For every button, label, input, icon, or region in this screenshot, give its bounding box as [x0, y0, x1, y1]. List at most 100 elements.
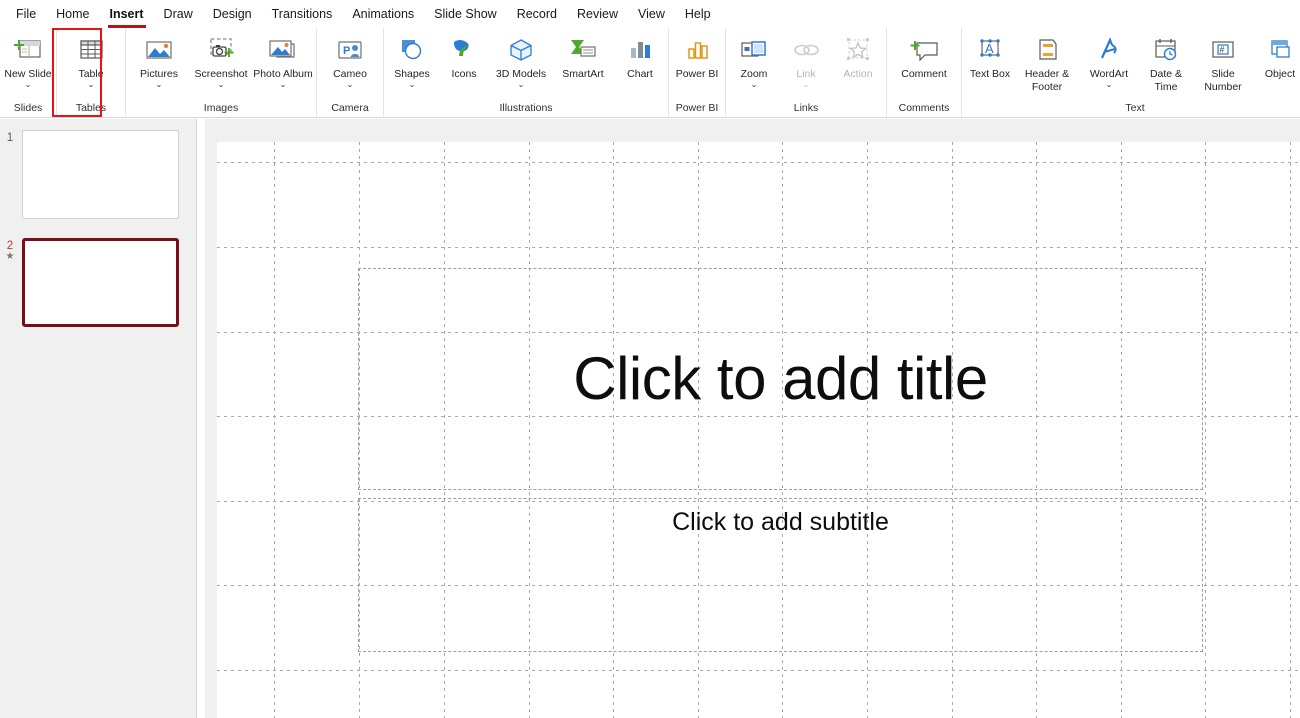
- date-time-button[interactable]: Date & Time: [1140, 32, 1192, 93]
- menu-item-slide-show[interactable]: Slide Show: [424, 3, 507, 26]
- chevron-down-icon[interactable]: ⌄: [347, 80, 354, 89]
- photo-album-icon: [267, 34, 299, 66]
- menu-item-record[interactable]: Record: [507, 3, 567, 26]
- 3d-models-button[interactable]: 3D Models ⌄: [490, 32, 552, 89]
- 3d-models-label: 3D Models: [495, 68, 547, 80]
- cameo-button[interactable]: P Cameo ⌄: [319, 32, 381, 89]
- link-label: Link: [796, 68, 816, 80]
- power-bi-button[interactable]: Power BI: [671, 32, 723, 81]
- ribbon-group-camera: P Cameo ⌄ Camera: [316, 28, 383, 118]
- smartart-icon: [567, 34, 599, 66]
- photo-album-button[interactable]: Photo Album ⌄: [252, 32, 314, 89]
- zoom-icon: [738, 34, 770, 66]
- slide-thumbnail-2-row: 2 ★: [0, 238, 179, 327]
- action-button: Action: [832, 32, 884, 81]
- chevron-down-icon[interactable]: ⌄: [25, 80, 32, 89]
- ribbon-group-slides: New Slide ⌄ Slides: [0, 28, 56, 118]
- link-icon: [790, 34, 822, 66]
- pictures-label: Pictures: [140, 68, 178, 80]
- ribbon-group-label-slides: Slides: [13, 102, 43, 114]
- slide-surface[interactable]: Click to add title Click to add subtitle: [217, 142, 1300, 718]
- cameo-label: Cameo: [333, 68, 367, 80]
- shapes-button[interactable]: Shapes ⌄: [386, 32, 438, 89]
- ribbon-group-label-tables: Tables: [75, 102, 107, 114]
- menu-item-review[interactable]: Review: [567, 3, 628, 26]
- power-bi-icon: [681, 34, 713, 66]
- chevron-down-icon[interactable]: ⌄: [409, 80, 416, 89]
- menu-item-insert[interactable]: Insert: [100, 3, 154, 28]
- menu-item-transitions[interactable]: Transitions: [262, 3, 343, 26]
- ribbon-group-text: A Text Box Header & Footer WordArt ⌄ Dat…: [961, 28, 1300, 118]
- menu-bar: File Home Insert Draw Design Transitions…: [0, 0, 1300, 28]
- smartart-label: SmartArt: [562, 68, 604, 80]
- date-time-icon: [1150, 34, 1182, 66]
- wordart-button[interactable]: WordArt ⌄: [1078, 32, 1140, 89]
- ribbon-group-label-images: Images: [203, 102, 239, 114]
- slide-thumbnail-1[interactable]: [22, 130, 179, 219]
- slide-number-1: 1: [6, 132, 14, 144]
- comment-button[interactable]: Comment: [889, 32, 959, 81]
- title-placeholder[interactable]: Click to add title: [358, 268, 1203, 490]
- shapes-icon: [396, 34, 428, 66]
- animation-star-icon: ★: [5, 251, 15, 262]
- wordart-icon: [1093, 34, 1125, 66]
- ribbon-group-label-camera: Camera: [331, 102, 369, 114]
- table-label: Table: [78, 68, 104, 80]
- new-slide-icon: [13, 34, 43, 66]
- comment-icon: [907, 34, 941, 66]
- icons-button[interactable]: Icons: [438, 32, 490, 81]
- grid-line-vertical: [274, 142, 275, 718]
- header-footer-label: Header & Footer: [1024, 68, 1070, 93]
- comment-label: Comment: [901, 68, 947, 80]
- icons-icon: [448, 34, 480, 66]
- menu-item-home[interactable]: Home: [46, 3, 99, 26]
- table-button[interactable]: Table ⌄: [65, 32, 117, 89]
- date-time-label: Date & Time: [1149, 68, 1183, 93]
- chevron-down-icon[interactable]: ⌄: [280, 80, 287, 89]
- chart-button[interactable]: Chart: [614, 32, 666, 81]
- zoom-button[interactable]: Zoom ⌄: [728, 32, 780, 89]
- chevron-down-icon[interactable]: ⌄: [218, 80, 225, 89]
- screenshot-label: Screenshot: [194, 68, 248, 80]
- smartart-button[interactable]: SmartArt: [552, 32, 614, 81]
- menu-item-draw[interactable]: Draw: [154, 3, 203, 26]
- grid-line-horizontal: [217, 247, 1300, 248]
- menu-item-help[interactable]: Help: [675, 3, 721, 26]
- screenshot-icon: [205, 34, 237, 66]
- menu-item-file[interactable]: File: [6, 3, 46, 26]
- ribbon-group-comments: Comment Comments: [886, 28, 961, 118]
- menu-item-design[interactable]: Design: [203, 3, 262, 26]
- text-box-button[interactable]: A Text Box: [964, 32, 1016, 81]
- screenshot-button[interactable]: Screenshot ⌄: [190, 32, 252, 89]
- header-footer-button[interactable]: Header & Footer: [1016, 32, 1078, 93]
- chevron-down-icon[interactable]: ⌄: [518, 80, 525, 89]
- object-button[interactable]: Object: [1254, 32, 1300, 81]
- ribbon-group-label-comments: Comments: [898, 102, 950, 114]
- photo-album-label: Photo Album: [253, 68, 313, 80]
- menu-item-view[interactable]: View: [628, 3, 675, 26]
- subtitle-placeholder[interactable]: Click to add subtitle: [358, 498, 1203, 652]
- pictures-button[interactable]: Pictures ⌄: [128, 32, 190, 89]
- new-slide-button[interactable]: New Slide ⌄: [2, 32, 54, 89]
- svg-text:P: P: [343, 45, 350, 57]
- chart-label: Chart: [627, 68, 653, 80]
- title-placeholder-text: Click to add title: [573, 345, 988, 412]
- slide-thumbnail-2[interactable]: [22, 238, 179, 327]
- new-slide-label: New Slide: [4, 68, 52, 80]
- chevron-down-icon[interactable]: ⌄: [1106, 80, 1113, 89]
- panel-divider: [196, 119, 197, 718]
- action-icon: [842, 34, 874, 66]
- wordart-label: WordArt: [1089, 68, 1129, 80]
- chevron-down-icon[interactable]: ⌄: [156, 80, 163, 89]
- slide-number-button[interactable]: # Slide Number: [1192, 32, 1254, 93]
- chevron-down-icon[interactable]: ⌄: [751, 80, 758, 89]
- slide-number-label: Slide Number: [1204, 68, 1242, 93]
- svg-text:#: #: [1220, 45, 1225, 55]
- 3d-models-icon: [505, 34, 537, 66]
- ribbon-group-power-bi: Power BI Power BI: [668, 28, 725, 118]
- ribbon-group-label-power-bi: Power BI: [675, 102, 719, 114]
- chevron-down-icon[interactable]: ⌄: [88, 80, 95, 89]
- menu-item-animations[interactable]: Animations: [342, 3, 424, 26]
- grid-line-horizontal: [217, 670, 1300, 671]
- header-footer-icon: [1031, 34, 1063, 66]
